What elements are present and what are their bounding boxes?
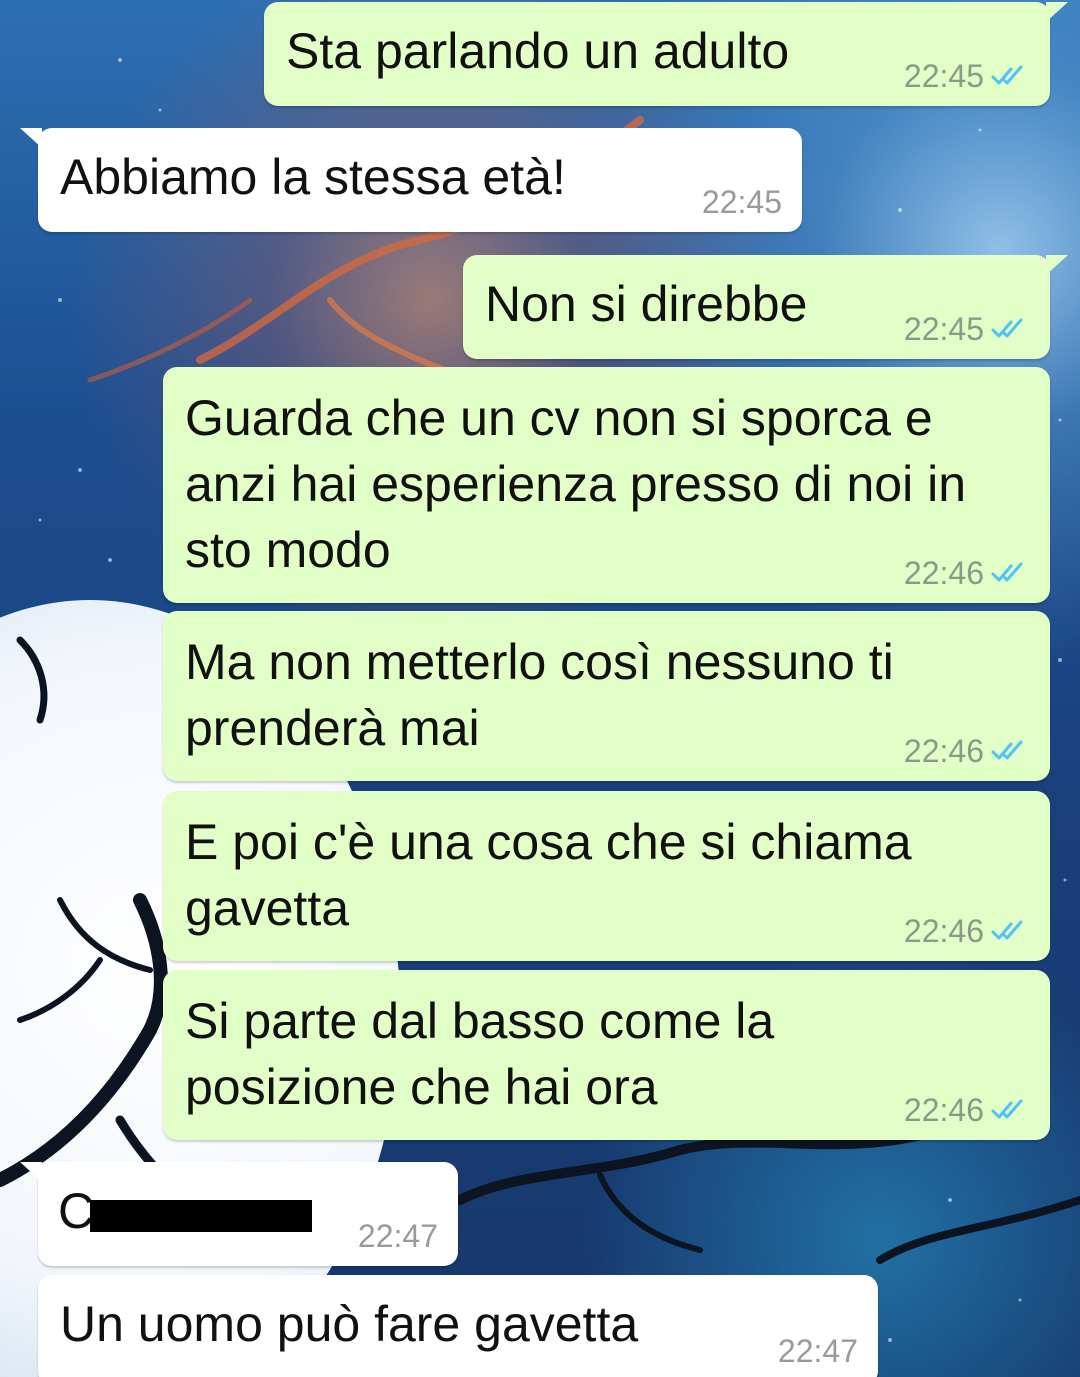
double-check-icon (991, 562, 1023, 582)
double-check-icon (991, 740, 1023, 760)
message-meta: 22:47 (778, 1333, 858, 1369)
message-text: Ma non metterlo così nessuno ti prenderà… (185, 634, 894, 756)
message-text: E poi c'è una cosa che si chiama gavetta (185, 814, 912, 936)
message-time: 22:46 (903, 733, 984, 769)
message-meta: 22:45 (904, 311, 1030, 347)
message-time: 22:47 (357, 1218, 438, 1254)
double-check-icon (991, 920, 1023, 940)
message-bubble-outgoing[interactable]: Si parte dal basso come la posizione che… (163, 970, 1050, 1140)
message-meta: 22:45 (904, 58, 1030, 94)
message-time: 22:45 (903, 58, 984, 94)
message-time: 22:46 (903, 913, 984, 949)
double-check-icon (991, 65, 1023, 85)
double-check-icon (991, 1099, 1023, 1119)
message-bubble-incoming[interactable]: Un uomo può fare gavetta 22:47 (38, 1275, 878, 1377)
message-meta: 22:45 (702, 184, 782, 220)
message-meta: 22:46 (904, 913, 1030, 949)
message-text: Non si direbbe (485, 276, 808, 332)
message-text: Un uomo può fare gavetta (60, 1296, 639, 1352)
message-text: Sta parlando un adulto (286, 23, 790, 79)
message-bubble-outgoing[interactable]: Sta parlando un adulto 22:45 (264, 2, 1068, 106)
double-check-icon (991, 318, 1023, 338)
message-time: 22:47 (777, 1333, 858, 1369)
message-meta: 22:47 (358, 1218, 438, 1254)
message-bubble-outgoing[interactable]: Ma non metterlo così nessuno ti prenderà… (163, 611, 1050, 781)
message-time: 22:46 (903, 1092, 984, 1128)
message-text: Abbiamo la stessa età! (60, 149, 566, 205)
message-bubble-incoming[interactable]: Abbiamo la stessa età! 22:45 (20, 128, 802, 232)
message-meta: 22:46 (904, 555, 1030, 591)
message-bubble-outgoing[interactable]: Guarda che un cv non si sporca e anzi ha… (163, 367, 1050, 603)
message-time: 22:45 (903, 311, 984, 347)
message-time: 22:46 (903, 555, 984, 591)
message-text: C (58, 1183, 95, 1239)
message-time: 22:45 (701, 184, 782, 220)
message-text: Si parte dal basso come la posizione che… (185, 993, 775, 1115)
message-text: Guarda che un cv non si sporca e anzi ha… (185, 390, 967, 578)
message-meta: 22:46 (904, 733, 1030, 769)
message-meta: 22:46 (904, 1092, 1030, 1128)
message-bubble-incoming[interactable]: C 22:47 (20, 1162, 458, 1266)
message-bubble-outgoing[interactable]: Non si direbbe 22:45 (463, 255, 1068, 359)
redaction-bar (90, 1200, 312, 1232)
message-bubble-outgoing[interactable]: E poi c'è una cosa che si chiama gavetta… (163, 791, 1050, 961)
